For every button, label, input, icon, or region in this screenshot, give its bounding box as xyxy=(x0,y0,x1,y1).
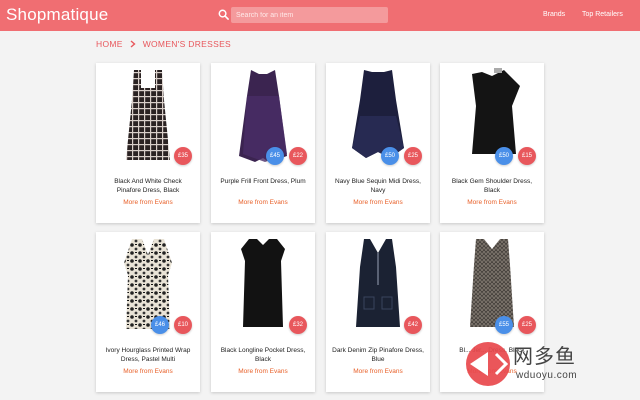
dress-image xyxy=(239,70,287,162)
product-name[interactable]: Black Longline Pocket Dress, Black xyxy=(217,346,309,364)
price-badge: £25 xyxy=(518,316,536,334)
price-badge: £35 xyxy=(174,147,192,165)
search-input[interactable] xyxy=(231,7,388,23)
breadcrumb-home[interactable]: HOME xyxy=(96,39,123,49)
product-name[interactable]: Navy Blue Sequin Midi Dress, Navy xyxy=(332,177,424,195)
original-price-badge: £50 xyxy=(495,147,513,165)
dress-image xyxy=(470,239,514,327)
more-from-link[interactable]: More from Evans xyxy=(96,199,200,206)
more-from-link[interactable]: More from Evans xyxy=(211,368,315,375)
dress-image xyxy=(472,68,520,154)
more-from-link[interactable]: More from Evans xyxy=(211,199,315,206)
dress-image xyxy=(352,70,404,158)
product-name[interactable]: Black Gem Shoulder Dress, Black xyxy=(446,177,538,195)
more-from-link[interactable]: More from Evans xyxy=(96,368,200,375)
product-name[interactable]: Ivory Hourglass Printed Wrap Dress, Past… xyxy=(102,346,194,364)
product-card[interactable]: £50 £15 Black Gem Shoulder Dress, Black … xyxy=(440,63,544,223)
product-name[interactable]: Dark Denim Zip Pinafore Dress, Blue xyxy=(332,346,424,364)
original-price-badge: £55 xyxy=(495,316,513,334)
more-from-link[interactable]: More from Evans xyxy=(326,199,430,206)
original-price-badge: £45 xyxy=(266,147,284,165)
product-card[interactable]: £32 Black Longline Pocket Dress, Black M… xyxy=(211,232,315,392)
search-icon xyxy=(218,9,229,20)
dress-image xyxy=(356,239,400,327)
original-price-badge: £50 xyxy=(381,147,399,165)
dress-image xyxy=(126,70,170,160)
product-card[interactable]: £42 Dark Denim Zip Pinafore Dress, Blue … xyxy=(326,232,430,392)
product-card[interactable]: £50 £25 Navy Blue Sequin Midi Dress, Nav… xyxy=(326,63,430,223)
product-name[interactable]: Black And White Check Pinafore Dress, Bl… xyxy=(102,177,194,195)
original-price-badge: £46 xyxy=(151,316,169,334)
price-badge: £32 xyxy=(289,316,307,334)
price-badge: £15 xyxy=(518,147,536,165)
watermark-text: 网多鱼 xyxy=(513,344,576,368)
more-from-link[interactable]: More from Evans xyxy=(326,368,430,375)
price-badge: £10 xyxy=(174,316,192,334)
top-retailers-link[interactable]: Top Retailers xyxy=(582,11,623,18)
breadcrumb-current[interactable]: WOMEN'S DRESSES xyxy=(143,39,231,49)
chevron-right-icon xyxy=(130,40,136,48)
top-bar: Shopmatique Brands Top Retailers xyxy=(0,0,640,31)
price-badge: £42 xyxy=(404,316,422,334)
dress-image xyxy=(124,239,172,329)
breadcrumb: HOME WOMEN'S DRESSES xyxy=(96,39,231,49)
product-name[interactable]: Purple Frill Front Dress, Plum xyxy=(217,177,309,195)
product-card[interactable]: £35 Black And White Check Pinafore Dress… xyxy=(96,63,200,223)
more-from-link[interactable]: More from Evans xyxy=(440,199,544,206)
product-card[interactable]: £46 £10 Ivory Hourglass Printed Wrap Dre… xyxy=(96,232,200,392)
price-badge: £25 xyxy=(404,147,422,165)
product-card[interactable]: £45 £22 Purple Frill Front Dress, Plum M… xyxy=(211,63,315,223)
dress-image xyxy=(241,239,285,327)
brands-link[interactable]: Brands xyxy=(543,11,565,18)
price-badge: £22 xyxy=(289,147,307,165)
brand-logo[interactable]: Shopmatique xyxy=(6,5,108,25)
watermark-url: wduoyu.com xyxy=(516,370,578,381)
